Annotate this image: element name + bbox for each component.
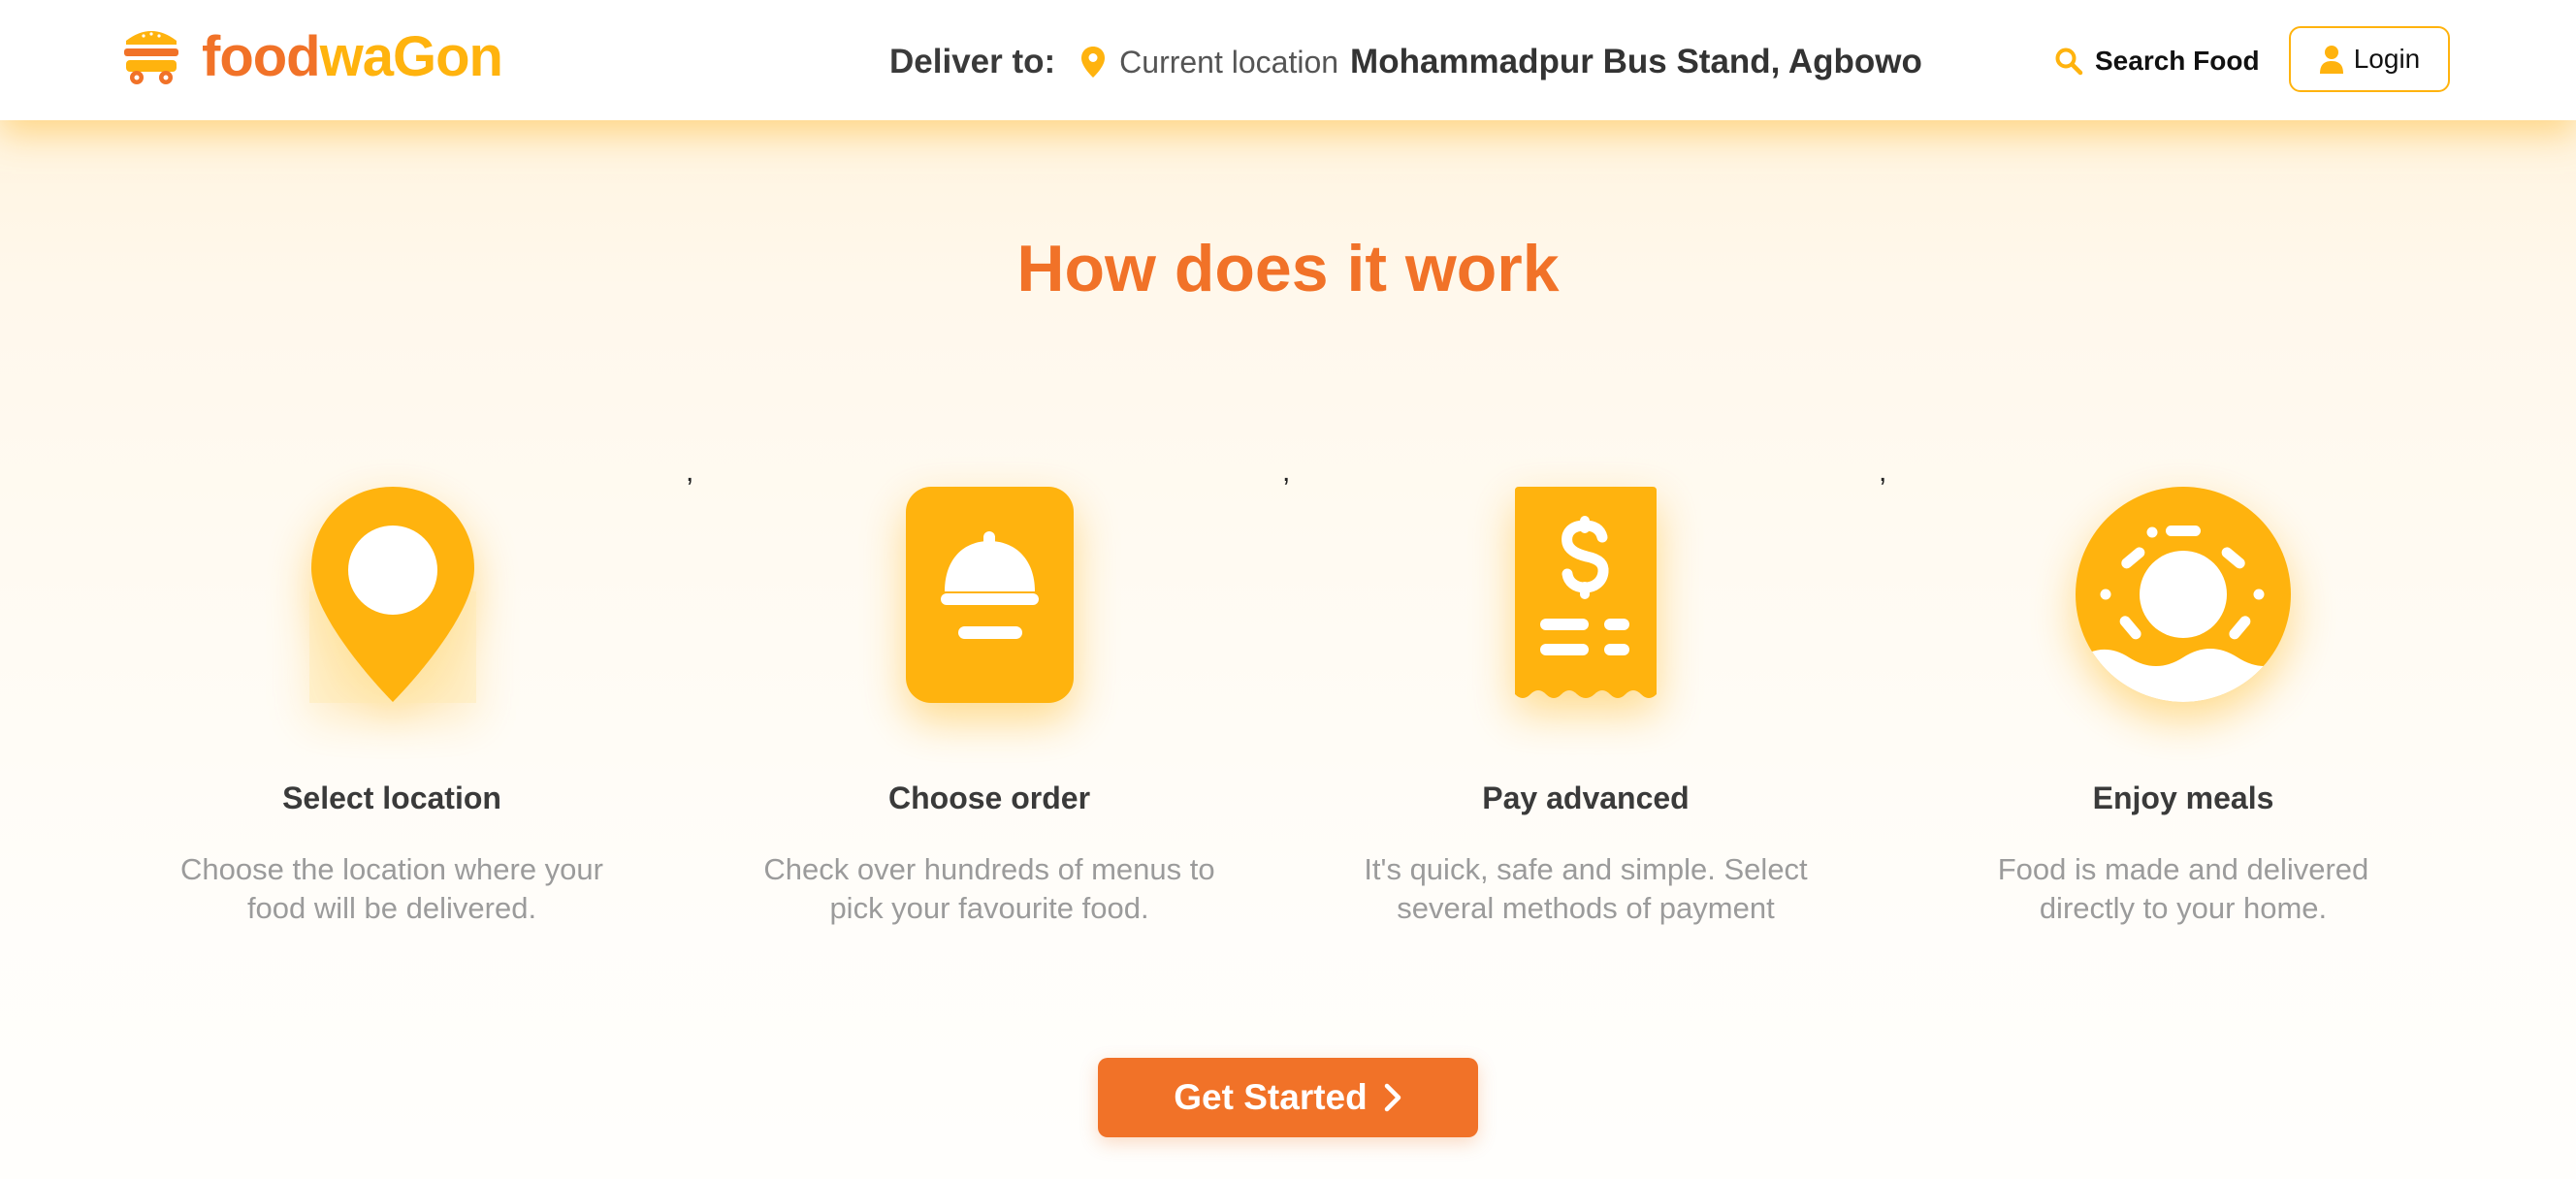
step-description: Check over hundreds of menus to pick you…	[763, 852, 1215, 925]
brand-word-wagon: waGon	[319, 25, 503, 88]
chevron-right-icon	[1384, 1083, 1401, 1112]
step-description: Choose the location where your food will…	[180, 852, 603, 925]
step-icon-wrapper	[718, 485, 1261, 703]
food-cloche-icon	[906, 487, 1074, 703]
step-description: It's quick, safe and simple. Select seve…	[1364, 852, 1808, 925]
location-pin-icon	[1081, 47, 1106, 78]
step-icon-wrapper	[1912, 485, 2455, 703]
delivery-location[interactable]: Deliver to: Current location Mohammadpur…	[889, 37, 1922, 87]
step-title: Select location	[282, 781, 501, 815]
receipt-dollar-icon	[1515, 487, 1657, 698]
section-title: How does it work	[1016, 232, 1560, 305]
current-location-label: Current location	[1119, 44, 1339, 80]
location-pin-icon	[309, 487, 476, 703]
search-icon	[2055, 48, 2083, 76]
login-label: Login	[2353, 44, 2421, 74]
step-title: Pay advanced	[1482, 781, 1690, 815]
step-icon-wrapper	[120, 485, 663, 703]
brand-logo[interactable]: foodwaGon	[122, 25, 503, 89]
search-food-label: Search Food	[2095, 46, 2260, 76]
search-food-button[interactable]: Search Food	[2054, 41, 2260, 81]
brand-word-food: food	[202, 25, 321, 88]
get-started-button[interactable]: Get Started	[1098, 1058, 1478, 1137]
donut-icon	[2076, 487, 2291, 702]
deliver-to-label: Deliver to:	[889, 43, 1056, 80]
get-started-label: Get Started	[1174, 1077, 1368, 1117]
burger-truck-icon	[124, 31, 178, 84]
top-navbar: foodwaGon Deliver to: Current location M…	[0, 0, 2576, 120]
delivery-address: Mohammadpur Bus Stand, Agbowo	[1350, 43, 1922, 80]
separator-comma: ,	[1282, 456, 1291, 488]
brand-wordmark: foodwaGon	[202, 29, 503, 85]
step-title: Enjoy meals	[2092, 781, 2274, 815]
step-title: Choose order	[887, 781, 1091, 815]
step-icon-wrapper	[1314, 485, 1857, 703]
user-icon	[2319, 46, 2343, 74]
step-description: Food is made and delivered directly to y…	[1997, 852, 2369, 925]
login-button[interactable]: Login	[2289, 26, 2450, 92]
separator-comma: ,	[1879, 456, 1887, 488]
separator-comma: ,	[686, 456, 694, 488]
